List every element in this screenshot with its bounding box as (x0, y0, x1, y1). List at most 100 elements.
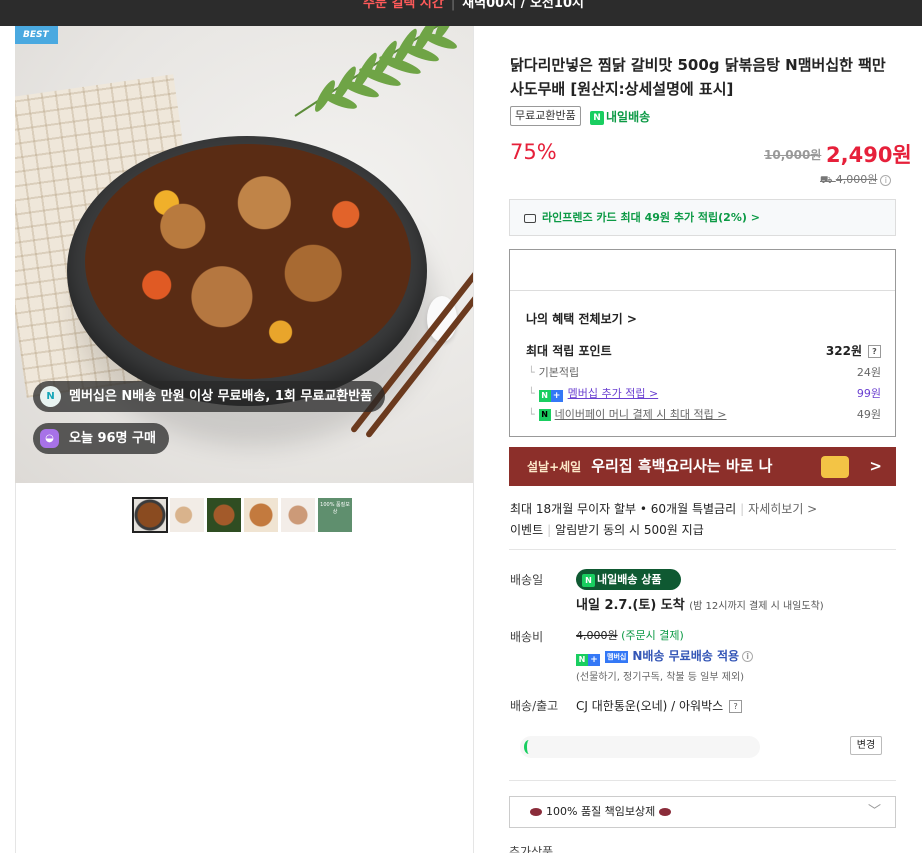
braised-chicken (85, 144, 411, 379)
thumbnail-strip: 100% 품질보상 (132, 497, 353, 533)
shipping-fee-struck: ⛟ 4,000원 i (820, 171, 892, 188)
help-icon[interactable]: ? (729, 700, 743, 713)
gift-icon (821, 456, 849, 478)
help-icon[interactable]: ? (868, 345, 881, 358)
quality-guarantee-dropdown[interactable]: 100% 품질 책임보상제 ﹀ (509, 796, 896, 828)
info-icon[interactable]: i (742, 651, 754, 662)
event-text: 알림받기 동의 시 500원 지급 (555, 523, 704, 537)
benefit-panel: 나의 혜택 전체보기 > 최대 적립 포인트 322원? └ 기본적립 24원 └… (509, 249, 896, 437)
top-banner: 주문 컬렉 시간 | 새벽00시 / 오전10시 (0, 0, 922, 26)
basic-points-row: └ 기본적립 (528, 364, 579, 380)
membership-pill-text: 멤버십은 N배송 만원 이상 무료배송, 1회 무료교환반품 (69, 389, 373, 404)
tree-connector: └ (528, 387, 535, 400)
promo-banner[interactable]: 설날+세일 우리집 흑백요리사는 바로 나 > (509, 447, 896, 486)
divider (510, 290, 895, 291)
today-purchases-pill: 오늘 96명 구매 (33, 423, 169, 454)
delivery-date-label: 배송일 (510, 573, 544, 587)
installment-details-link[interactable]: 자세히보기 > (748, 502, 817, 516)
thumbnail-3[interactable] (206, 497, 242, 533)
product-title: 닭다리만넣은 찜닭 갈비맛 500g 닭볶음탕 N맴버십한 팩만사도무배 [원산… (510, 56, 886, 98)
event-label: 이벤트 (510, 523, 544, 537)
divider: | (547, 523, 552, 537)
delivery-address-field[interactable] (520, 736, 760, 758)
info-icon[interactable]: i (880, 174, 892, 186)
quality-guarantee-text: 100% 품질 책임보상제 (546, 805, 656, 818)
tree-connector: └ (528, 366, 535, 379)
divider: | (740, 502, 745, 516)
membership-points-row[interactable]: └ N + 멤버십 추가 적립 > (528, 385, 659, 402)
tree-connector: └ (528, 408, 535, 421)
divider: | (450, 0, 456, 11)
order-cutoff-times: 새벽00시 / 오전10시 (462, 0, 584, 11)
credit-card-icon (524, 213, 536, 223)
event-row: 이벤트 | 알림받기 동의 시 500원 지급 (510, 521, 704, 538)
tomorrow-delivery-tag: N 내일배송 (590, 108, 650, 125)
product-main-image[interactable] (15, 26, 473, 483)
add-on-products-label: 추가상품 (509, 845, 554, 853)
basic-points-label: 기본적립 (538, 366, 580, 379)
max-points-label: 최대 적립 포인트 (526, 342, 612, 359)
bean-icon (530, 808, 542, 816)
card-benefit-banner[interactable]: 라인프렌즈 카드 최대 49원 추가 적립(2%) > (509, 199, 896, 236)
shipping-fee-struck: 4,000원 (576, 629, 618, 642)
n-delivery-icon: N (590, 110, 604, 125)
thumbnail-6[interactable]: 100% 품질보상 (317, 497, 353, 533)
max-points-value-text: 322원 (825, 344, 862, 358)
naver-plus-icon: N + (576, 651, 602, 666)
naver-membership-icon (40, 386, 61, 407)
carrier-label: 배송/출고 (510, 699, 559, 713)
naverpay-points-value: 49원 (856, 408, 881, 421)
promo-banner-tag: 설날+세일 (527, 460, 582, 474)
installment-text: 최대 18개월 무이자 할부 • 60개월 특별금리 (510, 502, 737, 516)
shipping-fee-struck-value: 4,000원 (835, 173, 878, 186)
view-all-benefits-link[interactable]: 나의 혜택 전체보기 > (526, 310, 637, 327)
thumbnail-1[interactable] (132, 497, 168, 533)
shipping-fee: 4,000원 (주문시 결제) (576, 627, 684, 643)
chevron-down-icon: ﹀ (867, 804, 881, 819)
thumbnail-5[interactable] (280, 497, 316, 533)
max-points-label-text: 최대 적립 포인트 (526, 344, 612, 358)
shopping-bag-icon (40, 429, 59, 448)
installment-row: 최대 18개월 무이자 할부 • 60개월 특별금리 | 자세히보기 > (510, 500, 817, 517)
arrival-info: 내일 2.7.(토) 도착 (밤 12시까지 결제 시 내일도착) (576, 594, 824, 613)
membership-free-shipping-text: N배송 무료배송 적용 (632, 649, 740, 663)
order-cutoff-label: 주문 컬렉 시간 (363, 0, 444, 11)
basic-points-value: 24원 (856, 366, 881, 379)
membership-points-value: 99원 (856, 387, 881, 400)
thumbnail-2[interactable] (169, 497, 205, 533)
shipping-fee-note: (주문시 결제) (621, 629, 684, 642)
arrival-date: 내일 2.7.(토) 도착 (576, 598, 685, 613)
carrier-info: CJ 대한통운(오네) / 아워박스? (576, 697, 743, 714)
tomorrow-delivery-pill-text: 내일배송 상품 (597, 573, 662, 586)
shipping-fee-label: 배송비 (510, 630, 544, 644)
membership-pill: 멤버십은 N배송 만원 이상 무료배송, 1회 무료교환반품 (33, 381, 386, 412)
truck-icon: ⛟ (820, 175, 836, 186)
tomorrow-delivery-pill: N 내일배송 상품 (576, 569, 681, 590)
chevron-right-icon: > (869, 457, 882, 475)
best-badge: BEST (15, 26, 58, 44)
tomorrow-delivery-text: 내일배송 (606, 110, 651, 124)
naverpay-points-row[interactable]: └ N 네이버페이 머니 결제 시 최대 적립 > (528, 406, 727, 422)
arrival-note: (밤 12시까지 결제 시 내일도착) (689, 601, 824, 612)
thumbnail-6-text: 100% 품질보상 (320, 502, 350, 515)
today-purchases-text: 오늘 96명 구매 (69, 431, 156, 446)
naverpay-icon: N (538, 409, 551, 421)
thumbnail-4[interactable] (243, 497, 279, 533)
shipping-exclusion-note: (선물하기, 정기구독, 착불 등 일부 제외) (576, 672, 745, 683)
naver-plus-icon: N + (538, 388, 565, 402)
change-address-button[interactable]: 변경 (850, 736, 882, 755)
naverpay-points-label[interactable]: 네이버페이 머니 결제 시 최대 적립 > (555, 408, 727, 421)
original-price: 10,000원 (764, 148, 822, 162)
free-return-tag: 무료교환반품 (510, 106, 581, 126)
n-delivery-icon: N (582, 573, 595, 587)
card-benefit-text: 라인프렌즈 카드 최대 49원 추가 적립(2%) > (542, 211, 760, 224)
promo-banner-text: 우리집 흑백요리사는 바로 나 (591, 457, 773, 475)
discount-rate: 75% (510, 140, 557, 164)
fern-leaf-icon (294, 26, 458, 117)
carrier-text: CJ 대한통운(오네) / 아워박스 (576, 699, 724, 713)
divider (509, 549, 896, 550)
membership-free-shipping: N + 멤버십 N배송 무료배송 적용 i (576, 647, 754, 666)
location-icon (524, 740, 534, 754)
max-points-value: 322원? (826, 342, 881, 359)
membership-points-label[interactable]: 멤버십 추가 적립 > (568, 387, 659, 400)
